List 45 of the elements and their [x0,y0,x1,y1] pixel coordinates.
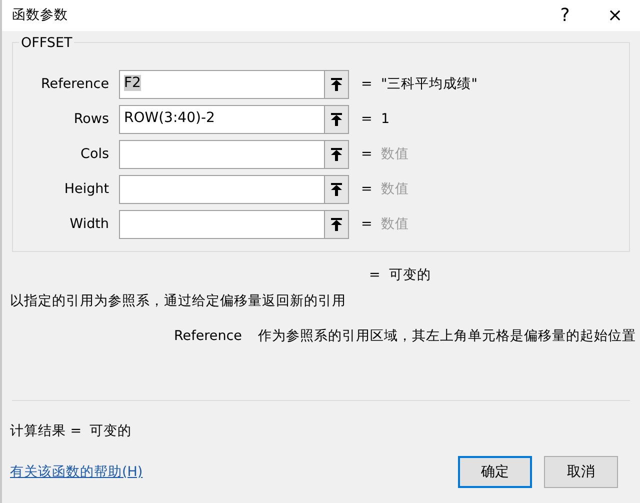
overall-result: 可变的 [389,266,431,285]
argument-field[interactable]: ROW(3:40)-2 [119,105,325,134]
argument-field[interactable] [119,210,325,239]
equals-sign: = [361,75,374,94]
field-text: ROW(3:40)-2 [124,110,215,126]
close-button[interactable]: × [590,2,640,29]
upload-arrow-icon [331,113,342,126]
result-label: 计算结果 = [10,422,82,441]
argument-field[interactable]: F2 [119,70,325,99]
equals-sign: = [361,110,374,130]
argument-label: Reference [40,75,110,94]
argument-field[interactable] [119,140,325,169]
collapse-button[interactable] [325,175,349,204]
equals-sign: = [369,266,382,285]
argument-field[interactable] [119,175,325,204]
argument-result: 数值 [381,215,409,234]
collapse-button[interactable] [325,210,349,239]
field-text: F2 [124,75,141,91]
argument-result: "三科平均成绩" [381,75,478,94]
upload-arrow-icon [331,218,342,231]
upload-arrow-icon [331,148,342,161]
collapse-button[interactable] [325,140,349,169]
collapse-button[interactable] [325,70,349,99]
argument-label: Width [68,215,110,234]
result-value: 可变的 [90,422,132,441]
collapse-button[interactable] [325,105,349,134]
equals-sign: = [361,145,374,164]
help-button[interactable]: ? [540,2,590,29]
argument-result: 数值 [381,180,409,200]
argument-label: Cols [80,145,110,164]
upload-arrow-icon [331,183,342,196]
argument-result: 数值 [381,145,409,164]
ok-button[interactable]: 确定 [458,456,532,488]
upload-arrow-icon [331,78,342,91]
argument-description: 作为参照系的引用区域，其左上角单元格是偏移量的起始位置 [258,326,636,346]
equals-sign: = [361,180,374,200]
help-link[interactable]: 有关该函数的帮助(H) [10,462,143,482]
argument-result: 1 [381,110,390,130]
function-description: 以指定的引用为参照系，通过给定偏移量返回新的引用 [9,292,347,312]
argument-name: Reference [174,326,242,346]
window-title: 函数参数 [12,7,68,24]
argument-label: Rows [72,110,110,130]
equals-sign: = [361,215,374,234]
cancel-button[interactable]: 取消 [544,456,618,488]
argument-label: Height [63,180,110,200]
